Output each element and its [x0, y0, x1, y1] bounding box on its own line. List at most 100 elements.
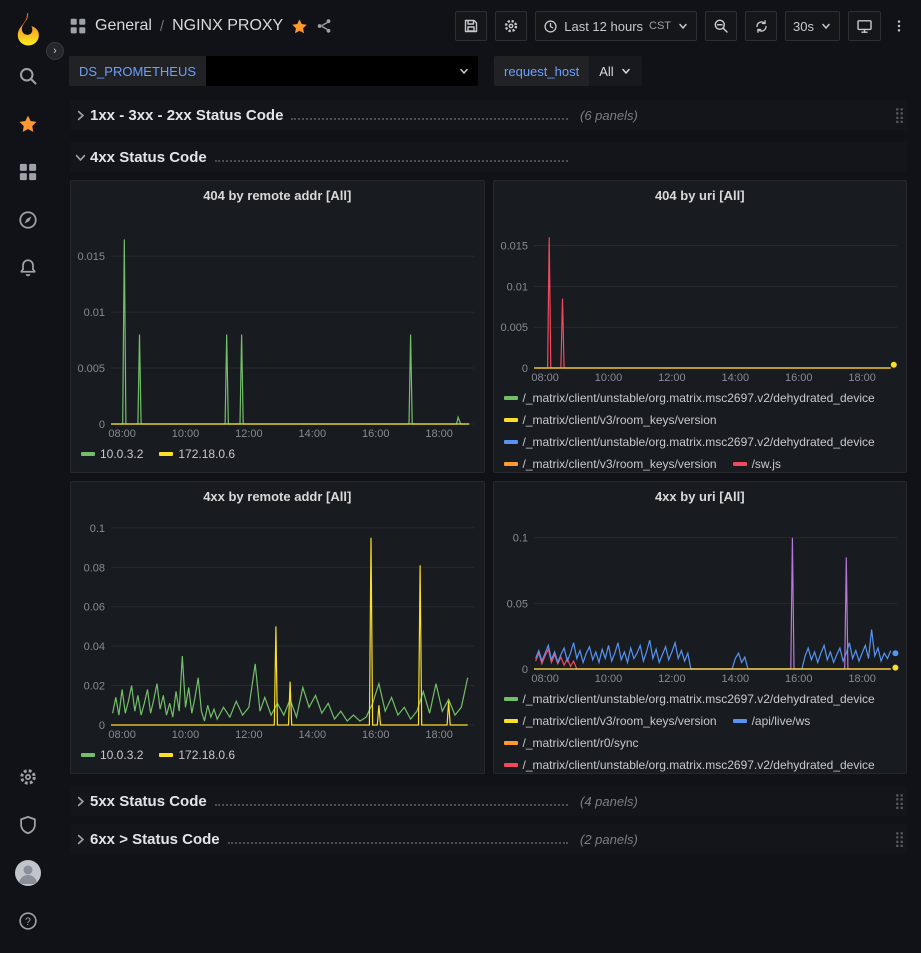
series-label: 10.0.3.2 [100, 447, 143, 461]
svg-text:0: 0 [99, 720, 105, 732]
grafana-flame-icon [12, 12, 44, 46]
timeseries-chart[interactable]: 00.050.108:0010:0012:0014:0016:0018:00 [494, 510, 907, 686]
series-color-swatch [81, 452, 95, 456]
zoom-out-time-button[interactable] [705, 11, 737, 41]
refresh-interval-dropdown[interactable]: 30s [785, 11, 840, 41]
dashboard-settings-button[interactable] [495, 11, 527, 41]
panel-title[interactable]: 4xx by uri [All] [494, 482, 907, 510]
legend-item[interactable]: /_matrix/client/unstable/org.matrix.msc2… [504, 688, 875, 710]
sidebar-item-server-admin[interactable] [0, 801, 55, 849]
series-color-swatch [733, 462, 747, 466]
sidebar-item-dashboards[interactable] [0, 148, 55, 196]
row-header-4xx[interactable]: 4xx Status Code [70, 142, 907, 172]
row-title: 4xx Status Code [90, 149, 207, 166]
svg-text:10:00: 10:00 [594, 673, 622, 685]
series-label: /api/live/ws [752, 714, 811, 728]
timeseries-chart[interactable]: 00.0050.010.01508:0010:0012:0014:0016:00… [494, 209, 907, 385]
legend-item[interactable]: 10.0.3.2 [81, 744, 143, 766]
legend-item[interactable]: /_matrix/client/v3/room_keys/version [504, 710, 717, 732]
series-color-swatch [504, 396, 518, 400]
series-color-swatch [504, 440, 518, 444]
datasource-variable: DS_PROMETHEUS [69, 56, 478, 86]
legend-item[interactable]: /_matrix/client/r0/sync [504, 732, 639, 754]
refresh-button[interactable] [745, 11, 777, 41]
zoom-out-icon [713, 18, 729, 34]
svg-text:0.02: 0.02 [84, 681, 105, 693]
panel-title[interactable]: 404 by remote addr [All] [71, 181, 484, 209]
legend-item[interactable]: 172.18.0.6 [159, 443, 235, 465]
svg-text:16:00: 16:00 [784, 372, 812, 384]
series-label: /_matrix/client/unstable/org.matrix.msc2… [523, 758, 875, 772]
sidebar-item-explore[interactable] [0, 196, 55, 244]
svg-text:08:00: 08:00 [108, 428, 136, 440]
sidebar-item-configuration[interactable] [0, 753, 55, 801]
request-host-variable: request_host All [494, 56, 642, 86]
series-label: /_matrix/client/v3/room_keys/version [523, 457, 717, 471]
cycle-view-mode-button[interactable] [848, 11, 881, 41]
share-icon[interactable] [316, 18, 332, 34]
svg-text:16:00: 16:00 [362, 729, 390, 741]
row-header-5xx[interactable]: 5xx Status Code (4 panels) ⣿ [70, 786, 907, 816]
legend-item[interactable]: /_matrix/client/unstable/org.matrix.msc2… [504, 754, 875, 773]
timeseries-chart[interactable]: 00.020.040.060.080.108:0010:0012:0014:00… [71, 510, 484, 742]
sidebar-item-search[interactable] [0, 52, 55, 100]
legend-item[interactable]: 172.18.0.6 [159, 744, 235, 766]
svg-text:10:00: 10:00 [172, 729, 200, 741]
row-header-1xx-3xx-2xx[interactable]: 1xx - 3xx - 2xx Status Code (6 panels) ⣿ [70, 100, 907, 130]
sidebar: ? [0, 0, 55, 953]
panel-title[interactable]: 4xx by remote addr [All] [71, 482, 484, 510]
row-drag-handle[interactable]: ⣿ [894, 792, 907, 810]
avatar [14, 859, 42, 887]
svg-text:12:00: 12:00 [235, 428, 263, 440]
panel-legend: 10.0.3.2 172.18.0.6 [71, 441, 484, 472]
svg-text:18:00: 18:00 [848, 372, 876, 384]
panel-404-by-remote-addr: 404 by remote addr [All] 00.0050.010.015… [70, 180, 485, 473]
svg-text:08:00: 08:00 [108, 729, 136, 741]
svg-text:?: ? [25, 916, 31, 928]
legend-item[interactable]: /_matrix/client/v3/room_keys/version [504, 453, 717, 472]
svg-text:14:00: 14:00 [299, 428, 327, 440]
chevron-down-icon [620, 65, 632, 77]
row-drag-handle[interactable]: ⣿ [894, 106, 907, 124]
chevron-right-icon [70, 795, 90, 808]
datasource-variable-label[interactable]: DS_PROMETHEUS [69, 56, 206, 86]
dashboard-topbar: General / NGINX PROXY [55, 0, 921, 52]
sidebar-item-help[interactable]: ? [0, 897, 55, 945]
series-color-swatch [504, 418, 518, 422]
row-header-6xx[interactable]: 6xx > Status Code (2 panels) ⣿ [70, 824, 907, 854]
row-panel-count: (6 panels) [580, 108, 638, 123]
breadcrumb-section[interactable]: General [95, 17, 152, 35]
legend-item[interactable]: /_matrix/client/unstable/org.matrix.msc2… [504, 387, 875, 409]
favorite-star-icon[interactable] [291, 18, 308, 35]
save-dashboard-button[interactable] [455, 11, 487, 41]
more-options-kebab-button[interactable] [889, 11, 909, 41]
datasource-variable-select[interactable] [206, 56, 478, 86]
timeseries-chart[interactable]: 00.0050.010.01508:0010:0012:0014:0016:00… [71, 209, 484, 441]
save-icon [463, 18, 479, 34]
panel-title[interactable]: 404 by uri [All] [494, 181, 907, 209]
sidebar-item-profile[interactable] [0, 849, 55, 897]
clock-icon [543, 19, 558, 34]
main-area: General / NGINX PROXY [55, 0, 921, 953]
request-host-variable-select[interactable]: All [589, 56, 641, 86]
legend-item[interactable]: /_matrix/client/unstable/org.matrix.msc2… [504, 431, 875, 453]
time-range-picker[interactable]: Last 12 hours CST [535, 11, 697, 41]
dashboard-title[interactable]: NGINX PROXY [172, 17, 283, 35]
compass-icon [18, 210, 38, 230]
sidebar-item-starred[interactable] [0, 100, 55, 148]
dotted-leader [228, 835, 568, 844]
legend-item[interactable]: 10.0.3.2 [81, 443, 143, 465]
panel-404-by-uri: 404 by uri [All] 00.0050.010.01508:0010:… [493, 180, 908, 473]
row-drag-handle[interactable]: ⣿ [894, 830, 907, 848]
legend-item[interactable]: /api/live/ws [733, 710, 811, 732]
request-host-variable-label[interactable]: request_host [494, 56, 589, 86]
row-title-lead: 6xx > Status Code [90, 831, 568, 848]
svg-text:0.04: 0.04 [84, 641, 105, 653]
legend-item[interactable]: /sw.js [733, 453, 781, 472]
chevron-down-icon [677, 20, 689, 32]
sidebar-item-alerting[interactable] [0, 244, 55, 292]
svg-text:0.005: 0.005 [77, 363, 105, 375]
sidebar-expand-button[interactable]: › [46, 42, 64, 60]
svg-text:0.015: 0.015 [500, 241, 528, 253]
legend-item[interactable]: /_matrix/client/v3/room_keys/version [504, 409, 717, 431]
